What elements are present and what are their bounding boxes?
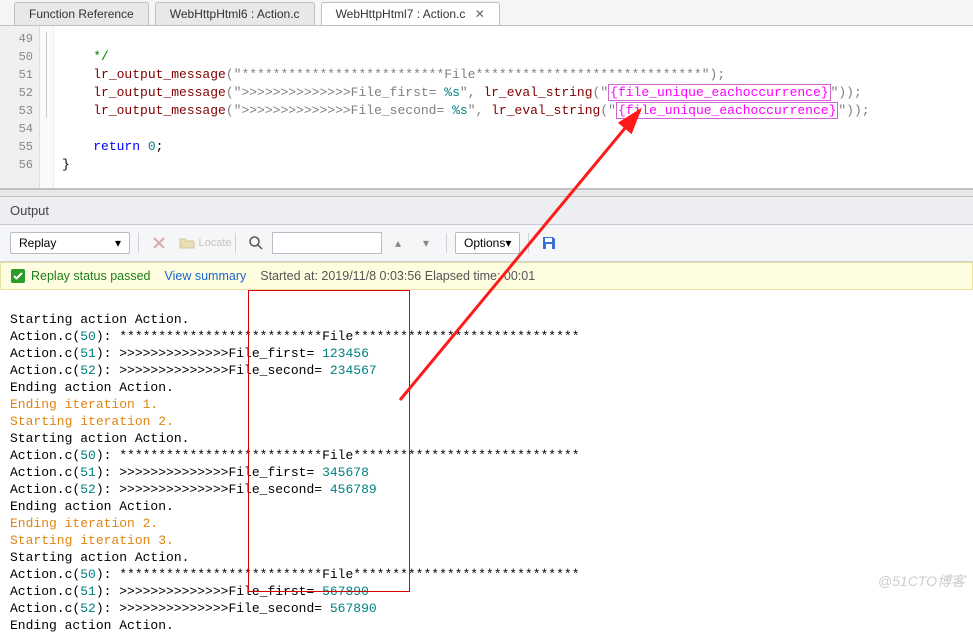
code-editor[interactable]: 4950515253545556 */ lr_output_message("*… bbox=[0, 26, 973, 189]
options-dropdown[interactable]: Options ▾ bbox=[455, 232, 520, 254]
view-summary-link[interactable]: View summary bbox=[165, 269, 247, 283]
save-button[interactable] bbox=[537, 231, 561, 255]
tab-webhttp7[interactable]: WebHttpHtml7 : Action.c ✕ bbox=[321, 2, 500, 25]
prev-button[interactable]: ▴ bbox=[386, 231, 410, 255]
param-file-unique-2: {file_unique_eachoccurrence} bbox=[616, 102, 838, 119]
delete-button[interactable] bbox=[147, 231, 171, 255]
check-icon bbox=[11, 269, 25, 283]
param-file-unique-1: {file_unique_eachoccurrence} bbox=[608, 84, 830, 101]
close-icon[interactable]: ✕ bbox=[475, 7, 485, 21]
search-icon bbox=[248, 235, 264, 251]
replay-dropdown[interactable]: Replay ▾ bbox=[10, 232, 130, 254]
output-toolbar: Replay ▾ Locate ▴ ▾ Options ▾ bbox=[0, 225, 973, 262]
next-button[interactable]: ▾ bbox=[414, 231, 438, 255]
chevron-up-icon: ▴ bbox=[395, 236, 401, 250]
x-icon bbox=[151, 235, 167, 251]
fold-gutter bbox=[40, 26, 54, 188]
status-bar: Replay status passed View summary Starte… bbox=[0, 262, 973, 290]
status-pass: Replay status passed bbox=[11, 269, 151, 283]
search-input[interactable] bbox=[272, 232, 382, 254]
splitter[interactable] bbox=[0, 189, 973, 197]
tab-function-reference[interactable]: Function Reference bbox=[14, 2, 149, 25]
folder-icon bbox=[179, 235, 195, 251]
status-meta: Started at: 2019/11/8 0:03:56 Elapsed ti… bbox=[260, 269, 535, 283]
chevron-down-icon: ▾ bbox=[115, 236, 121, 250]
code-area[interactable]: */ lr_output_message("******************… bbox=[54, 26, 973, 188]
tab-label: WebHttpHtml7 : Action.c bbox=[336, 7, 466, 21]
save-icon bbox=[541, 235, 557, 251]
chevron-down-icon: ▾ bbox=[505, 236, 511, 250]
chevron-down-icon: ▾ bbox=[423, 236, 429, 250]
line-gutter: 4950515253545556 bbox=[0, 26, 40, 188]
locate-button[interactable]: Locate bbox=[203, 231, 227, 255]
search-button[interactable] bbox=[244, 231, 268, 255]
folder-button[interactable] bbox=[175, 231, 199, 255]
editor-tabs: Function Reference WebHttpHtml6 : Action… bbox=[0, 0, 973, 26]
watermark: @51CTO博客 bbox=[878, 571, 965, 591]
tab-webhttp6[interactable]: WebHttpHtml6 : Action.c bbox=[155, 2, 315, 25]
output-header: Output bbox=[0, 197, 973, 225]
output-log[interactable]: Starting action Action. Action.c(50): **… bbox=[0, 290, 973, 638]
